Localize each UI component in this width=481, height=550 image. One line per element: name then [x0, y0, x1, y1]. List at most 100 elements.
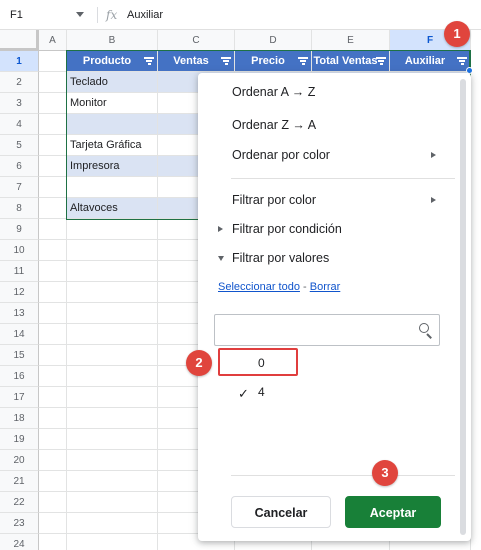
product-cell[interactable]: Altavoces — [67, 198, 158, 219]
row-header-23[interactable]: 23 — [0, 513, 39, 534]
cancel-button[interactable]: Cancelar — [231, 496, 331, 528]
grid-cell[interactable] — [67, 261, 158, 282]
grid-cell[interactable] — [39, 135, 67, 156]
search-icon[interactable] — [419, 323, 433, 339]
table-header-cell[interactable]: Auxiliar — [390, 51, 471, 72]
value-item-4[interactable]: ✓ 4 — [214, 380, 440, 404]
menu-item-filter-color[interactable]: Filtrar por color — [198, 186, 456, 214]
product-cell[interactable]: Teclado — [67, 72, 158, 93]
row-header-14[interactable]: 14 — [0, 324, 39, 345]
grid-cell[interactable] — [67, 534, 158, 550]
row-header-1[interactable]: 1 — [0, 51, 39, 72]
grid-cell[interactable] — [39, 156, 67, 177]
grid-cell[interactable] — [39, 345, 67, 366]
grid-cell[interactable] — [67, 513, 158, 534]
column-header-d[interactable]: D — [235, 30, 312, 51]
column-header-c[interactable]: C — [158, 30, 235, 51]
grid-cell[interactable] — [67, 387, 158, 408]
row-header-7[interactable]: 7 — [0, 177, 39, 198]
column-header-b[interactable]: B — [67, 30, 158, 51]
grid-cell[interactable] — [67, 366, 158, 387]
grid-cell[interactable] — [39, 219, 67, 240]
grid-cell[interactable] — [39, 303, 67, 324]
grid-cell[interactable] — [39, 177, 67, 198]
row-header-24[interactable]: 24 — [0, 534, 39, 550]
grid-cell[interactable] — [67, 408, 158, 429]
column-header-e[interactable]: E — [312, 30, 390, 51]
grid-cell[interactable] — [39, 282, 67, 303]
select-all-corner[interactable] — [0, 30, 39, 51]
filter-icon[interactable] — [376, 57, 386, 65]
grid-cell[interactable] — [39, 366, 67, 387]
row-header-17[interactable]: 17 — [0, 387, 39, 408]
grid-cell[interactable] — [39, 450, 67, 471]
row-header-16[interactable]: 16 — [0, 366, 39, 387]
row-header-3[interactable]: 3 — [0, 93, 39, 114]
grid-cell[interactable] — [39, 51, 67, 72]
grid-cell[interactable] — [39, 492, 67, 513]
row-header-8[interactable]: 8 — [0, 198, 39, 219]
filter-icon[interactable] — [144, 57, 154, 65]
grid-cell[interactable] — [67, 219, 158, 240]
menu-item-sort-desc[interactable]: Ordenar Z → A — [198, 111, 456, 139]
row-header-19[interactable]: 19 — [0, 429, 39, 450]
row-header-6[interactable]: 6 — [0, 156, 39, 177]
clear-link[interactable]: Borrar — [310, 281, 341, 293]
search-input[interactable] — [214, 314, 440, 346]
grid-cell[interactable] — [67, 303, 158, 324]
menu-item-filter-condition[interactable]: Filtrar por condición — [198, 215, 456, 243]
grid-cell[interactable] — [67, 240, 158, 261]
grid-cell[interactable] — [39, 261, 67, 282]
grid-cell[interactable] — [39, 72, 67, 93]
menu-item-filter-values[interactable]: Filtrar por valores — [198, 244, 456, 272]
grid-cell[interactable] — [67, 450, 158, 471]
chevron-down-icon[interactable] — [76, 12, 84, 17]
product-cell[interactable]: Tarjeta Gráfica — [67, 135, 158, 156]
column-header-a[interactable]: A — [39, 30, 67, 51]
row-header-12[interactable]: 12 — [0, 282, 39, 303]
grid-cell[interactable] — [67, 492, 158, 513]
grid-cell[interactable] — [39, 534, 67, 550]
row-header-2[interactable]: 2 — [0, 72, 39, 93]
formula-input[interactable]: Auxiliar — [127, 9, 163, 21]
filter-icon[interactable] — [221, 57, 231, 65]
product-cell[interactable]: Impresora — [67, 156, 158, 177]
row-header-18[interactable]: 18 — [0, 408, 39, 429]
product-cell[interactable] — [67, 177, 158, 198]
table-header-cell[interactable]: Ventas — [158, 51, 235, 72]
row-header-5[interactable]: 5 — [0, 135, 39, 156]
select-all-link[interactable]: Seleccionar todo — [218, 281, 300, 293]
row-header-21[interactable]: 21 — [0, 471, 39, 492]
table-header-cell[interactable]: Precio — [235, 51, 312, 72]
grid-cell[interactable] — [39, 408, 67, 429]
filter-icon[interactable] — [298, 57, 308, 65]
filter-icon[interactable] — [457, 57, 467, 65]
grid-cell[interactable] — [67, 324, 158, 345]
row-header-22[interactable]: 22 — [0, 492, 39, 513]
menu-item-sort-asc[interactable]: Ordenar A → Z — [198, 78, 456, 106]
menu-scrollbar[interactable] — [460, 79, 466, 535]
grid-cell[interactable] — [67, 471, 158, 492]
row-header-11[interactable]: 11 — [0, 261, 39, 282]
row-header-20[interactable]: 20 — [0, 450, 39, 471]
grid-cell[interactable] — [39, 513, 67, 534]
cell-reference[interactable]: F1 — [10, 9, 23, 21]
row-header-13[interactable]: 13 — [0, 303, 39, 324]
table-header-cell[interactable]: Producto — [67, 51, 158, 72]
menu-item-sort-color[interactable]: Ordenar por color — [198, 141, 456, 169]
grid-cell[interactable] — [39, 93, 67, 114]
grid-cell[interactable] — [39, 471, 67, 492]
grid-cell[interactable] — [39, 324, 67, 345]
grid-cell[interactable] — [67, 282, 158, 303]
product-cell[interactable] — [67, 114, 158, 135]
grid-cell[interactable] — [39, 198, 67, 219]
grid-cell[interactable] — [39, 240, 67, 261]
grid-cell[interactable] — [67, 429, 158, 450]
grid-cell[interactable] — [39, 114, 67, 135]
grid-cell[interactable] — [39, 429, 67, 450]
accept-button[interactable]: Aceptar — [345, 496, 441, 528]
grid-cell[interactable] — [67, 345, 158, 366]
row-header-9[interactable]: 9 — [0, 219, 39, 240]
product-cell[interactable]: Monitor — [67, 93, 158, 114]
grid-cell[interactable] — [39, 387, 67, 408]
